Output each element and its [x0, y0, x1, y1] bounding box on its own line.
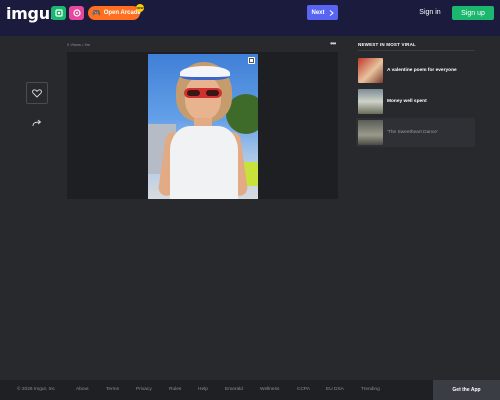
next-label: Next [311, 9, 325, 16]
circle-app-icon [72, 9, 81, 17]
favorite-button[interactable] [26, 82, 48, 104]
viral-item-label: A valentine poem for everyone [387, 68, 457, 73]
next-post-button[interactable]: Next [307, 5, 338, 20]
viral-list-item[interactable]: Money well spent [356, 87, 475, 116]
share-arrow-icon [32, 119, 42, 127]
viral-divider [358, 50, 475, 51]
top-nav-bar: imgur 🎮 Open Arcade NEW Next Sign in Sig… [0, 0, 500, 36]
image-top [170, 126, 238, 199]
footer-link-trending[interactable]: Trending [361, 387, 380, 392]
viral-list-item[interactable]: A valentine poem for everyone [356, 56, 475, 85]
viral-thumbnail [358, 120, 383, 145]
footer-link-rules[interactable]: Rules [169, 387, 181, 392]
viral-item-label: 'The Sweetheart Dance' [387, 130, 438, 135]
image-sunglasses [184, 88, 222, 98]
footer-link-privacy[interactable]: Privacy [136, 387, 152, 392]
viral-list-item[interactable]: 'The Sweetheart Dance' [356, 118, 475, 147]
footer-link-wellness[interactable]: Wellness [260, 387, 279, 392]
arcade-label: Open Arcade [103, 10, 141, 16]
footer-bar: © 2026 Imgur, Inc About Terms Privacy Ru… [0, 380, 500, 400]
image-face [185, 76, 221, 120]
pink-app-icon[interactable] [69, 6, 84, 20]
footer-link-ccpa[interactable]: CCPA [297, 387, 310, 392]
viral-item-label: Money well spent [387, 99, 427, 104]
get-the-app-button[interactable]: Get the App [433, 380, 500, 400]
image-gallery-icon [249, 58, 254, 63]
share-button[interactable] [26, 112, 48, 134]
post-meta: 0 Views • 9m [67, 42, 91, 47]
sign-in-link[interactable]: Sign in [414, 6, 446, 19]
footer-link-terms[interactable]: Terms [106, 387, 119, 392]
green-app-icon[interactable] [51, 6, 66, 20]
square-app-icon [54, 9, 63, 17]
footer-copyright: © 2026 Imgur, Inc [17, 387, 55, 392]
sign-up-button[interactable]: Sign up [452, 6, 494, 20]
footer-link-eu-dsa[interactable]: EU DSA [326, 387, 344, 392]
image-visor [180, 66, 230, 80]
footer-link-emerald[interactable]: Emerald [225, 387, 243, 392]
footer-link-about[interactable]: About [76, 387, 89, 392]
viral-section-title: NEWEST IN MOST VIRAL [358, 42, 416, 47]
post-image[interactable] [148, 54, 258, 199]
chevron-right-icon [329, 9, 334, 16]
viral-thumbnail [358, 89, 383, 114]
gamepad-icon: 🎮 [92, 10, 101, 17]
arcade-new-badge: NEW [136, 4, 144, 12]
post-options-menu[interactable]: ••• [330, 39, 336, 48]
footer-link-help[interactable]: Help [198, 387, 208, 392]
imgur-logo[interactable]: imgur [6, 4, 58, 23]
heart-icon [32, 88, 42, 98]
open-arcade-button[interactable]: 🎮 Open Arcade [88, 6, 141, 20]
viral-thumbnail [358, 58, 383, 83]
gallery-icon[interactable] [248, 57, 255, 64]
